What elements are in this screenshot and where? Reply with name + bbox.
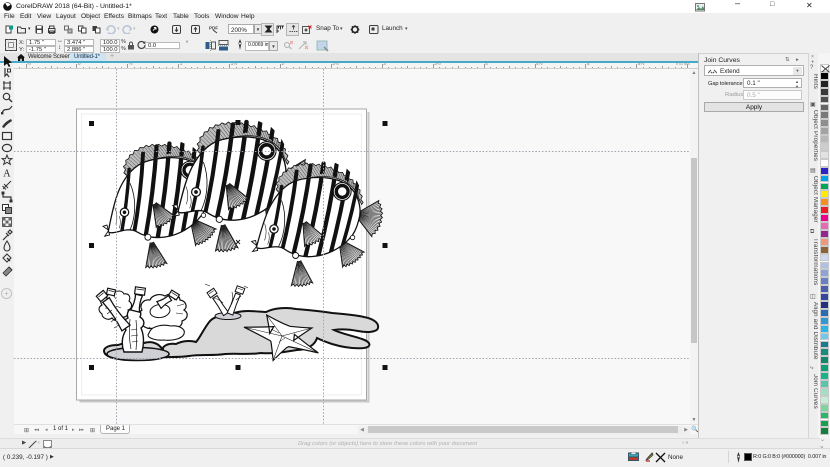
svg-text:PDF: PDF: [209, 26, 218, 31]
svg-text:A: A: [3, 169, 11, 180]
